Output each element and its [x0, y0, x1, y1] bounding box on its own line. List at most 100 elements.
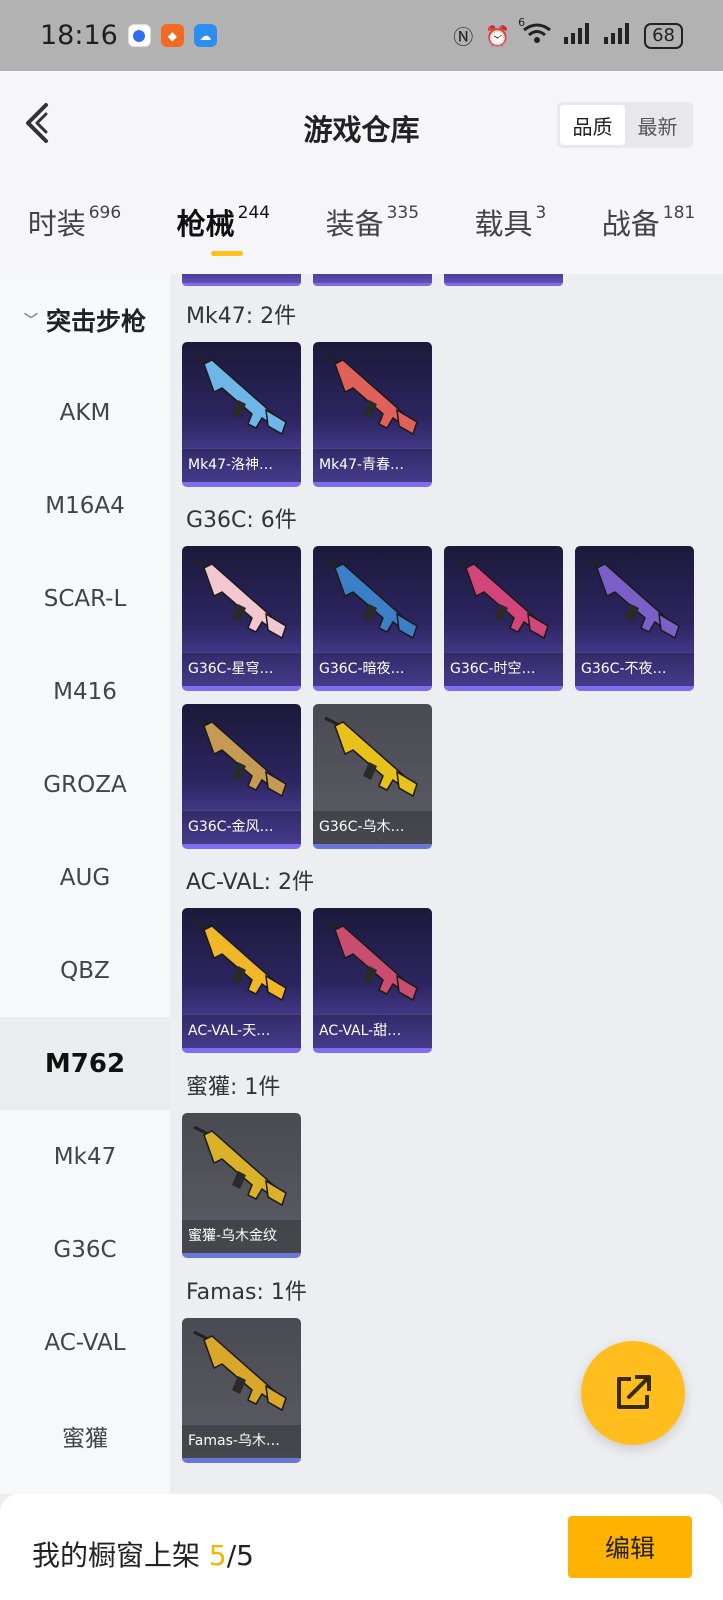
tab-count: 335	[386, 203, 420, 223]
weapon-image	[193, 558, 287, 640]
sidebar-item-m762[interactable]: M762	[0, 1017, 170, 1110]
sidebar-category-label: 突击步枪	[45, 307, 146, 336]
tab-label: 载具	[474, 207, 533, 241]
tab-supplies[interactable]: 战备 181	[602, 201, 695, 243]
showcase-total-count: 5	[236, 1539, 254, 1572]
sidebar-item-honey-badger[interactable]: 蜜獾	[0, 1389, 170, 1482]
shop-notification-icon: ◆	[160, 24, 184, 47]
tab-vehicles[interactable]: 载具 3	[474, 201, 546, 243]
sidebar-item-m416[interactable]: M416	[0, 645, 170, 738]
weapon-image	[455, 558, 549, 640]
sidebar-item-g36c[interactable]: G36C	[0, 1203, 170, 1296]
signal-icon-2	[604, 22, 632, 49]
weapon-image	[193, 1125, 287, 1207]
tab-label: 装备	[325, 207, 384, 241]
group-label-honey-badger: 蜜獾: 1件	[186, 1075, 281, 1100]
weapon-image	[324, 920, 418, 1002]
group-label-ac-val: AC-VAL: 2件	[186, 870, 315, 895]
tab-count: 3	[535, 203, 547, 223]
signal-icon-1	[564, 22, 592, 49]
weapon-image	[193, 354, 287, 436]
tab-fashion[interactable]: 时装 696	[28, 201, 121, 243]
weapon-card-name: G36C-时空…	[444, 652, 563, 686]
sidebar-item-ac-val[interactable]: AC-VAL	[0, 1296, 170, 1389]
share-button[interactable]	[581, 1341, 685, 1445]
weapon-card-name: G36C-金风…	[182, 810, 301, 844]
weapon-card-name: G36C-不夜…	[575, 652, 694, 686]
sidebar-item-qbz[interactable]: QBZ	[0, 924, 170, 1017]
weapon-card-name: Mk47-洛神…	[182, 448, 301, 482]
active-tab-indicator	[210, 251, 243, 256]
weapon-image	[193, 716, 287, 798]
sidebar-item-akm[interactable]: AKM	[0, 366, 170, 459]
weapon-image	[324, 354, 418, 436]
network-label: 6	[518, 16, 526, 29]
weapon-card-name: G36C-星穹…	[182, 652, 301, 686]
weapon-card[interactable]: AC-VAL-天…	[182, 908, 301, 1053]
tab-firearms[interactable]: 枪械 244	[177, 201, 271, 256]
weapon-card-name: 蜜獾-乌木金纹	[182, 1219, 301, 1253]
showcase-label-text: 我的橱窗上架	[32, 1539, 209, 1572]
weapon-image	[193, 1330, 287, 1412]
weapon-card-name: AC-VAL-甜…	[313, 1014, 432, 1048]
bottom-bar: 我的橱窗上架 5/5 编辑	[0, 1494, 723, 1600]
weapon-card-name: Mk47-青春…	[313, 448, 432, 482]
edit-button[interactable]: 编辑	[568, 1516, 692, 1578]
weapon-card[interactable]: G36C-暗夜…	[313, 546, 432, 691]
showcase-separator: /	[226, 1539, 237, 1572]
weapon-card[interactable]: G36C-乌木…	[313, 704, 432, 849]
weapon-image	[324, 558, 418, 640]
weapon-card[interactable]: G36C-星穹…	[182, 546, 301, 691]
category-tabs: 时装 696 枪械 244 装备 335 载具 3 战备 181	[0, 179, 723, 274]
status-time: 18:16	[40, 20, 118, 51]
tab-count: 181	[662, 203, 696, 223]
chevron-down-icon: ﹀	[23, 313, 38, 329]
weather-notification-icon: ☁	[193, 24, 217, 47]
tab-label: 战备	[601, 207, 660, 241]
card-stub	[444, 274, 563, 286]
tab-count: 244	[237, 203, 271, 223]
status-bar: 18:16 ◆ ☁ Ⓝ ⏰ 6 68	[0, 0, 723, 71]
card-stub	[182, 274, 301, 286]
sidebar-item-m16a4[interactable]: M16A4	[0, 459, 170, 552]
status-icons: Ⓝ ⏰ 6 68	[453, 16, 683, 50]
external-link-icon	[617, 1375, 651, 1409]
nfc-icon: Ⓝ	[453, 25, 474, 49]
weapon-card-name: Famas-乌木…	[182, 1424, 301, 1458]
sidebar-item-groza[interactable]: GROZA	[0, 738, 170, 831]
weapon-card[interactable]: Famas-乌木…	[182, 1318, 301, 1463]
sort-toggle: 品质 最新	[557, 102, 693, 148]
weapon-image	[586, 558, 680, 640]
weapon-card-name: AC-VAL-天…	[182, 1014, 301, 1048]
sidebar-item-mk47[interactable]: Mk47	[0, 1110, 170, 1203]
group-label-g36c: G36C: 6件	[186, 508, 297, 533]
sidebar-item-scar-l[interactable]: SCAR-L	[0, 552, 170, 645]
group-label-famas: Famas: 1件	[186, 1280, 307, 1305]
weapon-card-name: G36C-乌木…	[313, 810, 432, 844]
tab-label: 时装	[27, 207, 86, 241]
weapon-image	[193, 920, 287, 1002]
card-stub	[313, 274, 432, 286]
weapon-card[interactable]: G36C-金风…	[182, 704, 301, 849]
tab-equipment[interactable]: 装备 335	[326, 201, 419, 243]
wifi-icon: 6	[518, 16, 552, 49]
weapon-card[interactable]: 蜜獾-乌木金纹	[182, 1113, 301, 1258]
sort-quality-button[interactable]: 品质	[560, 105, 625, 145]
weapon-card[interactable]: AC-VAL-甜…	[313, 908, 432, 1053]
sort-latest-button[interactable]: 最新	[625, 105, 690, 145]
battery-icon: 68	[644, 22, 683, 49]
sidebar-item-aug[interactable]: AUG	[0, 831, 170, 924]
weapon-card[interactable]: Mk47-青春…	[313, 342, 432, 487]
weapon-card-name: G36C-暗夜…	[313, 652, 432, 686]
app-notification-icon	[127, 24, 151, 47]
showcase-current-count: 5	[208, 1539, 227, 1572]
header: 游戏仓库 品质 最新	[0, 71, 723, 179]
weapon-card[interactable]: G36C-不夜…	[575, 546, 694, 691]
tab-count: 696	[88, 203, 122, 223]
weapon-grid: Mk47: 2件 G36C: 6件 AC-VAL: 2件 蜜獾: 1件 Fama…	[170, 274, 723, 1494]
weapon-sidebar: ﹀ 突击步枪 AKM M16A4 SCAR-L M416 GROZA AUG Q…	[0, 274, 170, 1494]
sidebar-category-assault-rifles[interactable]: ﹀ 突击步枪	[0, 274, 170, 366]
group-label-mk47: Mk47: 2件	[186, 304, 297, 329]
weapon-card[interactable]: Mk47-洛神…	[182, 342, 301, 487]
weapon-card[interactable]: G36C-时空…	[444, 546, 563, 691]
